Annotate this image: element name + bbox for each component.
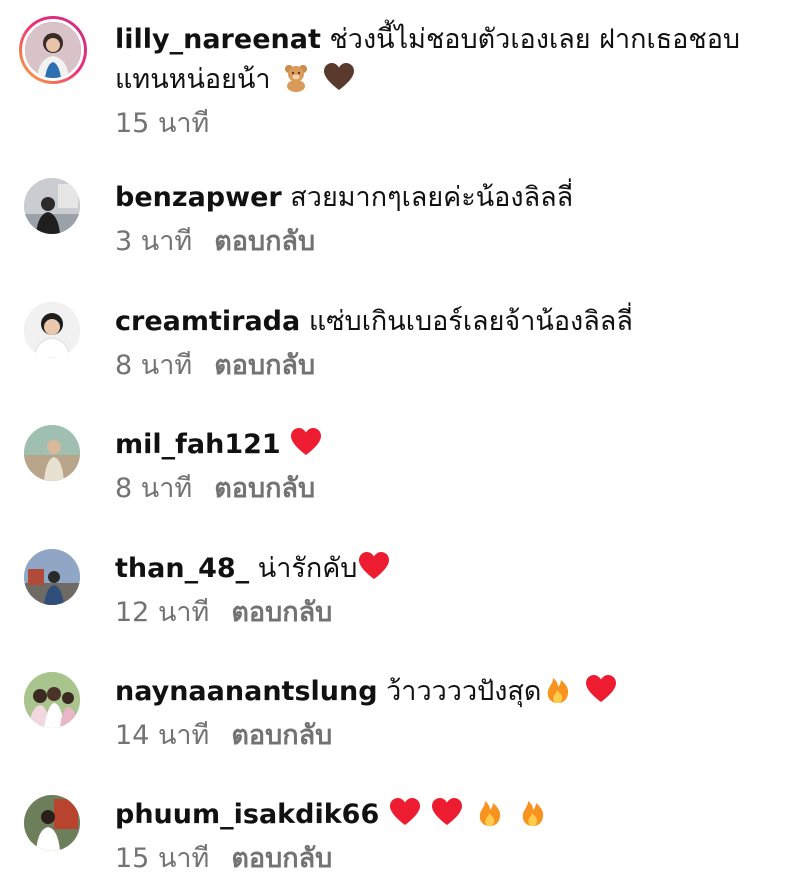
comment-timestamp: 3 นาที bbox=[115, 226, 193, 257]
comment-text: แซ่บเกินเบอร์เลยจ้าน้องลิลลี่ bbox=[308, 306, 633, 337]
comment-text: สวยมากๆเลยค่ะน้องลิลลี่ bbox=[290, 182, 574, 213]
avatar[interactable] bbox=[24, 795, 80, 851]
fire-icon bbox=[541, 674, 575, 704]
red-heart-icon bbox=[388, 797, 422, 827]
comment-text-continued: แทนหน่อยน้า bbox=[115, 64, 271, 95]
red-heart-icon bbox=[584, 674, 618, 704]
comment-username[interactable]: benzapwer bbox=[115, 182, 282, 213]
comment-username[interactable]: mil_fah121 bbox=[115, 429, 281, 460]
avatar[interactable] bbox=[24, 549, 80, 605]
comment-timestamp: 8 นาที bbox=[115, 350, 193, 381]
reply-button[interactable]: ตอบกลับ bbox=[214, 350, 315, 381]
comment-username[interactable]: creamtirada bbox=[115, 306, 300, 337]
comment-text: ว้าววววปังสุด bbox=[386, 676, 542, 707]
fire-icon bbox=[516, 797, 550, 827]
fire-icon bbox=[473, 797, 507, 827]
comment-list: lilly_nareenat ช่วงนี้ไม่ชอบตัวเองเลย ฝา… bbox=[0, 0, 800, 874]
comment-text: น่ารักคับ bbox=[257, 553, 358, 584]
comment-timestamp: 14 นาที bbox=[115, 720, 210, 751]
comment-username[interactable]: naynaanantslung bbox=[115, 676, 378, 707]
comment-timestamp: 8 นาที bbox=[115, 473, 193, 504]
reply-button[interactable]: ตอบกลับ bbox=[214, 473, 315, 504]
reply-button[interactable]: ตอบกลับ bbox=[231, 597, 332, 628]
comment-timestamp: 15 นาที bbox=[115, 108, 210, 139]
avatar[interactable] bbox=[24, 425, 80, 481]
reply-button[interactable]: ตอบกลับ bbox=[214, 226, 315, 257]
avatar[interactable] bbox=[24, 178, 80, 234]
avatar[interactable] bbox=[19, 16, 87, 84]
avatar[interactable] bbox=[24, 672, 80, 728]
red-heart-icon bbox=[289, 427, 323, 457]
comment-timestamp: 12 นาที bbox=[115, 597, 210, 628]
teddy-bear-icon bbox=[279, 62, 313, 92]
reply-button[interactable]: ตอบกลับ bbox=[231, 720, 332, 751]
red-heart-icon bbox=[357, 551, 391, 581]
comment-username[interactable]: lilly_nareenat bbox=[115, 24, 321, 55]
avatar[interactable] bbox=[24, 302, 80, 358]
comment-text: ช่วงนี้ไม่ชอบตัวเองเลย ฝากเธอชอบ bbox=[329, 24, 741, 55]
comment-username[interactable]: than_48_ bbox=[115, 553, 249, 584]
red-heart-icon bbox=[430, 797, 464, 827]
brown-heart-icon bbox=[322, 62, 356, 92]
comment-username[interactable]: phuum_isakdik66 bbox=[115, 799, 379, 830]
